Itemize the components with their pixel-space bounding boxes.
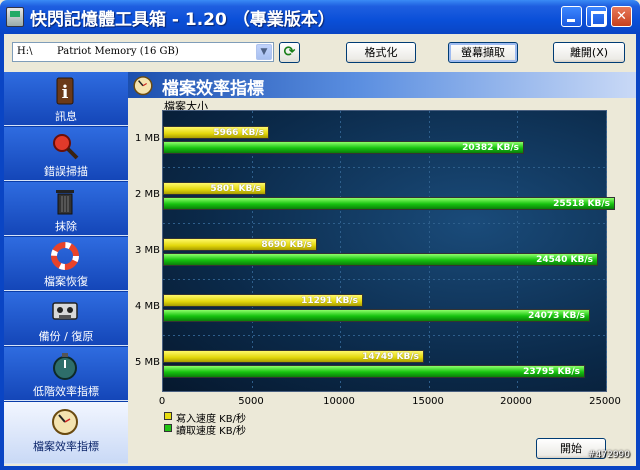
bar-read-5: 23795 KB/s <box>163 365 585 378</box>
window-title: 快閃記憶體工具箱 - 1.20 （專業版本） <box>30 10 335 30</box>
chevron-down-icon[interactable]: ▼ <box>256 44 272 60</box>
refresh-button[interactable]: ⟳ <box>279 42 300 63</box>
x-tick-label: 15000 <box>412 396 444 407</box>
exit-button[interactable]: 離開(X) <box>553 42 625 63</box>
app-icon <box>6 7 24 27</box>
sidebar-item-label: 訊息 <box>55 110 77 123</box>
tape-icon <box>52 302 78 320</box>
bar-read-4: 24073 KB/s <box>163 309 590 322</box>
category-label: 2 MB <box>134 189 160 200</box>
sidebar-item-label: 備份 / 復原 <box>38 330 94 343</box>
stopwatch-icon <box>53 353 77 380</box>
grid-line-horizontal <box>163 335 606 336</box>
bar-write-1: 5966 KB/s <box>163 126 269 139</box>
sidebar-item-label: 低階效率指標 <box>33 385 99 398</box>
bar-value-label: 24540 KB/s <box>536 255 593 265</box>
svg-text:i: i <box>62 82 69 103</box>
legend-swatch-write <box>164 412 172 420</box>
watermark: #472990 <box>588 450 630 460</box>
bar-value-label: 25518 KB/s <box>553 199 610 209</box>
title-bar[interactable]: 快閃記憶體工具箱 - 1.20 （專業版本） ✕ <box>0 0 640 34</box>
sidebar-item-backup-restore[interactable]: 備份 / 復原 <box>4 292 128 346</box>
window-frame-bottom <box>0 466 640 470</box>
minimize-button[interactable] <box>561 6 582 27</box>
grid-line-horizontal <box>163 167 606 168</box>
category-label: 3 MB <box>134 245 160 256</box>
drive-name: Patriot Memory (16 GB) <box>57 46 179 57</box>
bar-value-label: 24073 KB/s <box>528 311 585 321</box>
trash-icon <box>56 190 74 215</box>
screenshot-button[interactable]: 螢幕擷取 <box>448 42 518 63</box>
bar-read-1: 20382 KB/s <box>163 141 524 154</box>
drive-dropdown[interactable]: H:\ Patriot Memory (16 GB) ▼ <box>12 42 274 62</box>
drive-letter: H:\ <box>17 46 33 57</box>
category-label: 4 MB <box>134 301 160 312</box>
bar-read-3: 24540 KB/s <box>163 253 598 266</box>
clock-icon <box>52 409 78 435</box>
sidebar-item-info[interactable]: i 訊息 <box>4 72 128 126</box>
window-frame-right <box>636 34 640 470</box>
clock-icon <box>133 76 153 96</box>
bar-value-label: 8690 KB/s <box>261 240 312 250</box>
sidebar-item-file-benchmark[interactable]: 檔案效率指標 <box>4 402 128 464</box>
grid-line-horizontal <box>163 279 606 280</box>
sidebar-item-label: 抹除 <box>55 220 77 233</box>
grid-line-vertical <box>606 111 607 391</box>
legend-swatch-read <box>164 424 172 432</box>
sidebar-item-file-recovery[interactable]: 檔案恢復 <box>4 237 128 291</box>
info-icon: i <box>56 77 74 105</box>
bar-write-4: 11291 KB/s <box>163 294 363 307</box>
close-button[interactable]: ✕ <box>611 6 632 27</box>
bar-value-label: 5966 KB/s <box>213 128 264 138</box>
lifebuoy-icon <box>51 242 79 270</box>
sidebar-item-error-scan[interactable]: 錯誤掃描 <box>4 127 128 181</box>
bar-write-2: 5801 KB/s <box>163 182 266 195</box>
bar-write-3: 8690 KB/s <box>163 238 317 251</box>
bar-value-label: 11291 KB/s <box>301 296 358 306</box>
maximize-button[interactable] <box>586 6 607 27</box>
panel-title: 檔案效率指標 <box>162 79 264 99</box>
bar-value-label: 23795 KB/s <box>523 367 580 377</box>
panel-header: 檔案效率指標 <box>128 72 636 99</box>
sidebar: i 訊息 錯誤掃描 抹除 檔案恢復 備份 / 復原 低階效率指標 檔案效率指標 <box>4 72 128 464</box>
x-tick-label: 20000 <box>500 396 532 407</box>
x-tick-label: 25000 <box>589 396 621 407</box>
grid-line-horizontal <box>163 223 606 224</box>
x-tick-label: 5000 <box>238 396 264 407</box>
bar-value-label: 5801 KB/s <box>210 184 261 194</box>
bar-read-2: 25518 KB/s <box>163 197 615 210</box>
category-label: 1 MB <box>134 133 160 144</box>
chart-plot-area: 5966 KB/s 20382 KB/s 5801 KB/s 25518 KB/s 86… <box>162 110 615 392</box>
bar-write-5: 14749 KB/s <box>163 350 424 363</box>
sidebar-item-label: 檔案恢復 <box>44 275 88 288</box>
x-tick-label: 10000 <box>323 396 355 407</box>
refresh-icon: ⟳ <box>283 44 296 60</box>
sidebar-item-label: 檔案效率指標 <box>33 440 99 453</box>
sidebar-item-label: 錯誤掃描 <box>44 165 88 178</box>
x-tick-label: 0 <box>158 396 166 407</box>
legend-label: 讀取速度 KB/秒 <box>176 426 246 437</box>
bar-value-label: 14749 KB/s <box>362 352 419 362</box>
main-panel: 檔案效率指標 檔案大小 1 MB 2 MB 3 MB 4 MB 5 MB 5966 KB… <box>128 72 636 464</box>
category-label: 5 MB <box>134 357 160 368</box>
magnifier-icon <box>53 134 79 160</box>
bar-value-label: 20382 KB/s <box>462 143 519 153</box>
format-button[interactable]: 格式化 <box>346 42 416 63</box>
sidebar-item-erase[interactable]: 抹除 <box>4 182 128 236</box>
sidebar-item-low-level-benchmark[interactable]: 低階效率指標 <box>4 347 128 401</box>
